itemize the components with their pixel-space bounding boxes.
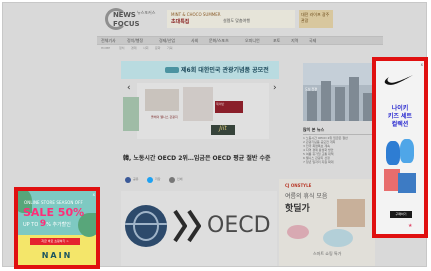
ad-extra-discount: UP TO 9% 추가할인 [23, 219, 71, 229]
popular-news-header: 많이 본 뉴스 [303, 127, 377, 135]
share-label: 인쇄 [177, 177, 183, 181]
shopping-ad-image [337, 199, 365, 227]
ad-season-off-text: ONLINE STORE SEASON OFF [24, 200, 83, 205]
chevron-right-icon [173, 209, 187, 243]
sub-nav: HOME 정치 경제 사회 문화 기획 [97, 46, 383, 52]
globe-icon [125, 205, 167, 247]
nav-item[interactable]: 문화/스포츠 [209, 38, 229, 44]
gallery-image-tag[interactable]: 제이반 [215, 101, 243, 113]
highlighted-ad-left[interactable]: x ONLINE STORE SEASON OFF SALE 50% UP TO… [14, 187, 100, 269]
gallery-image[interactable] [145, 89, 179, 111]
side-thumbnail[interactable] [123, 97, 139, 131]
subnav-item[interactable]: HOME [101, 46, 110, 50]
kids-shirt-image [398, 173, 416, 193]
header-banner-line1: MINT & CHOCO SUMMER [171, 12, 221, 17]
city-photo[interactable]: 도심 전경 [303, 63, 377, 121]
print-icon[interactable] [169, 177, 175, 183]
float-ring-image [323, 229, 353, 247]
image-gallery[interactable]: 제이반 올해의 웰니스 관광지 Jiit [137, 83, 269, 139]
oecd-logo-text: OECD [207, 213, 271, 238]
nav-item[interactable]: 지역 [291, 38, 298, 44]
ad-sale-text: SALE 50% [23, 206, 85, 219]
gallery-next-arrow[interactable]: › [273, 83, 277, 93]
star-icon: ★ [408, 223, 413, 229]
chevron-right-icon [187, 209, 201, 243]
header-banner-line3: 설렘도 맞춤여행 [223, 18, 251, 23]
nav-item[interactable]: 정치/행정 [127, 38, 143, 44]
site-header: NEWS FOCUS 뉴스포커스 MINT & CHOCO SUMMER 초대특… [103, 7, 333, 31]
contest-banner[interactable]: 제6회 대한민국 관광기념품 공모전 [121, 61, 279, 79]
ad-brand-logo: NAIN [41, 251, 73, 260]
contest-banner-text: 제6회 대한민국 관광기념품 공모전 [181, 67, 269, 74]
header-banner-line2: 초대특집 [171, 19, 190, 25]
shop-now-button[interactable]: 지금 바로 쇼핑하기 > [30, 238, 80, 245]
shopping-ad-brand: CJ ONSTYLE [285, 183, 312, 188]
gallery-logo: Jiit [211, 125, 235, 135]
share-bar [121, 175, 275, 185]
contest-badge [165, 67, 179, 73]
logo-text-news: NEWS [113, 11, 136, 19]
gallery-tag-text: 제이반 [216, 102, 225, 106]
gallery-image[interactable] [183, 87, 213, 121]
nike-swoosh-icon [384, 75, 413, 85]
subnav-item[interactable]: 기획 [167, 46, 173, 50]
nike-kids-ad[interactable]: x 나이키 키즈 세트 컬렉션 구매하기 ★ [376, 61, 424, 234]
ad-title: 나이키 키즈 세트 컬렉션 [387, 105, 413, 128]
gallery-prev-arrow[interactable]: ‹ [127, 83, 131, 93]
nav-item[interactable]: 전체기사 [101, 38, 116, 44]
nav-item[interactable]: 사회 [191, 38, 198, 44]
subnav-item[interactable]: 사회 [143, 46, 149, 50]
list-item[interactable]: 7 청년 일자리 지원 확대 [303, 160, 377, 164]
shopping-ad-footer: 스마트 쇼핑 특가 [313, 251, 342, 256]
site-logo[interactable]: NEWS FOCUS 뉴스포커스 [105, 8, 163, 30]
shopping-ad[interactable]: CJ ONSTYLE 여름의 휴식 모음 핫딜가 스마트 쇼핑 특가 [279, 179, 375, 266]
nav-item[interactable]: 포토 [273, 38, 280, 44]
shopping-ad-line2: 핫딜가 [285, 204, 310, 214]
logo-korean: 뉴스포커스 [137, 10, 156, 15]
city-photo-caption: 도심 전경 [305, 87, 317, 91]
share-twitter-icon[interactable] [147, 177, 153, 183]
article-headline[interactable]: 韓, 노동시간 OECD 2위…임금은 OECD 평균 절반 수준 [123, 153, 271, 162]
highlighted-ad-right[interactable]: x 나이키 키즈 세트 컬렉션 구매하기 ★ [372, 57, 428, 238]
buy-now-button[interactable]: 구매하기 [390, 211, 412, 218]
nav-item[interactable]: 경제/산업 [159, 38, 175, 44]
share-label: 공유 [133, 177, 139, 181]
subnav-item[interactable]: 정치 [119, 46, 125, 50]
gallery-caption: 올해의 웰니스 관광지 [151, 115, 178, 119]
shopping-ad-line1: 여름의 휴식 모음 [285, 193, 328, 200]
main-nav: 전체기사 정치/행정 경제/산업 사회 문화/스포츠 오피니언 포토 지역 국제 [97, 36, 383, 45]
subnav-item[interactable]: 경제 [131, 46, 137, 50]
logo-text-focus: FOCUS [113, 20, 140, 28]
nav-item[interactable]: 국제 [309, 38, 316, 44]
nain-sale-ad[interactable]: x ONLINE STORE SEASON OFF SALE 50% UP TO… [18, 191, 96, 265]
sandal-image [400, 139, 414, 163]
article-image-oecd: OECD [121, 191, 277, 266]
share-facebook-icon[interactable] [125, 177, 131, 183]
close-icon[interactable]: x [93, 192, 95, 197]
close-icon[interactable]: x [421, 62, 423, 67]
popular-news-list: 많이 본 뉴스 1 노동시간 OECD 2위 임금은 절반 2 관광기념품 공모… [303, 127, 377, 164]
header-banner-ad[interactable]: MINT & CHOCO SUMMER 초대특집 설렘도 맞춤여행 [167, 10, 295, 28]
float-ring-image [287, 225, 309, 239]
nav-item[interactable]: 오피니언 [245, 38, 260, 44]
share-label: 저장 [155, 177, 161, 181]
header-right-banner[interactable]: 대전 라이프 광주관광 [299, 10, 333, 28]
subnav-item[interactable]: 문화 [155, 46, 161, 50]
sandal-image [386, 141, 400, 165]
